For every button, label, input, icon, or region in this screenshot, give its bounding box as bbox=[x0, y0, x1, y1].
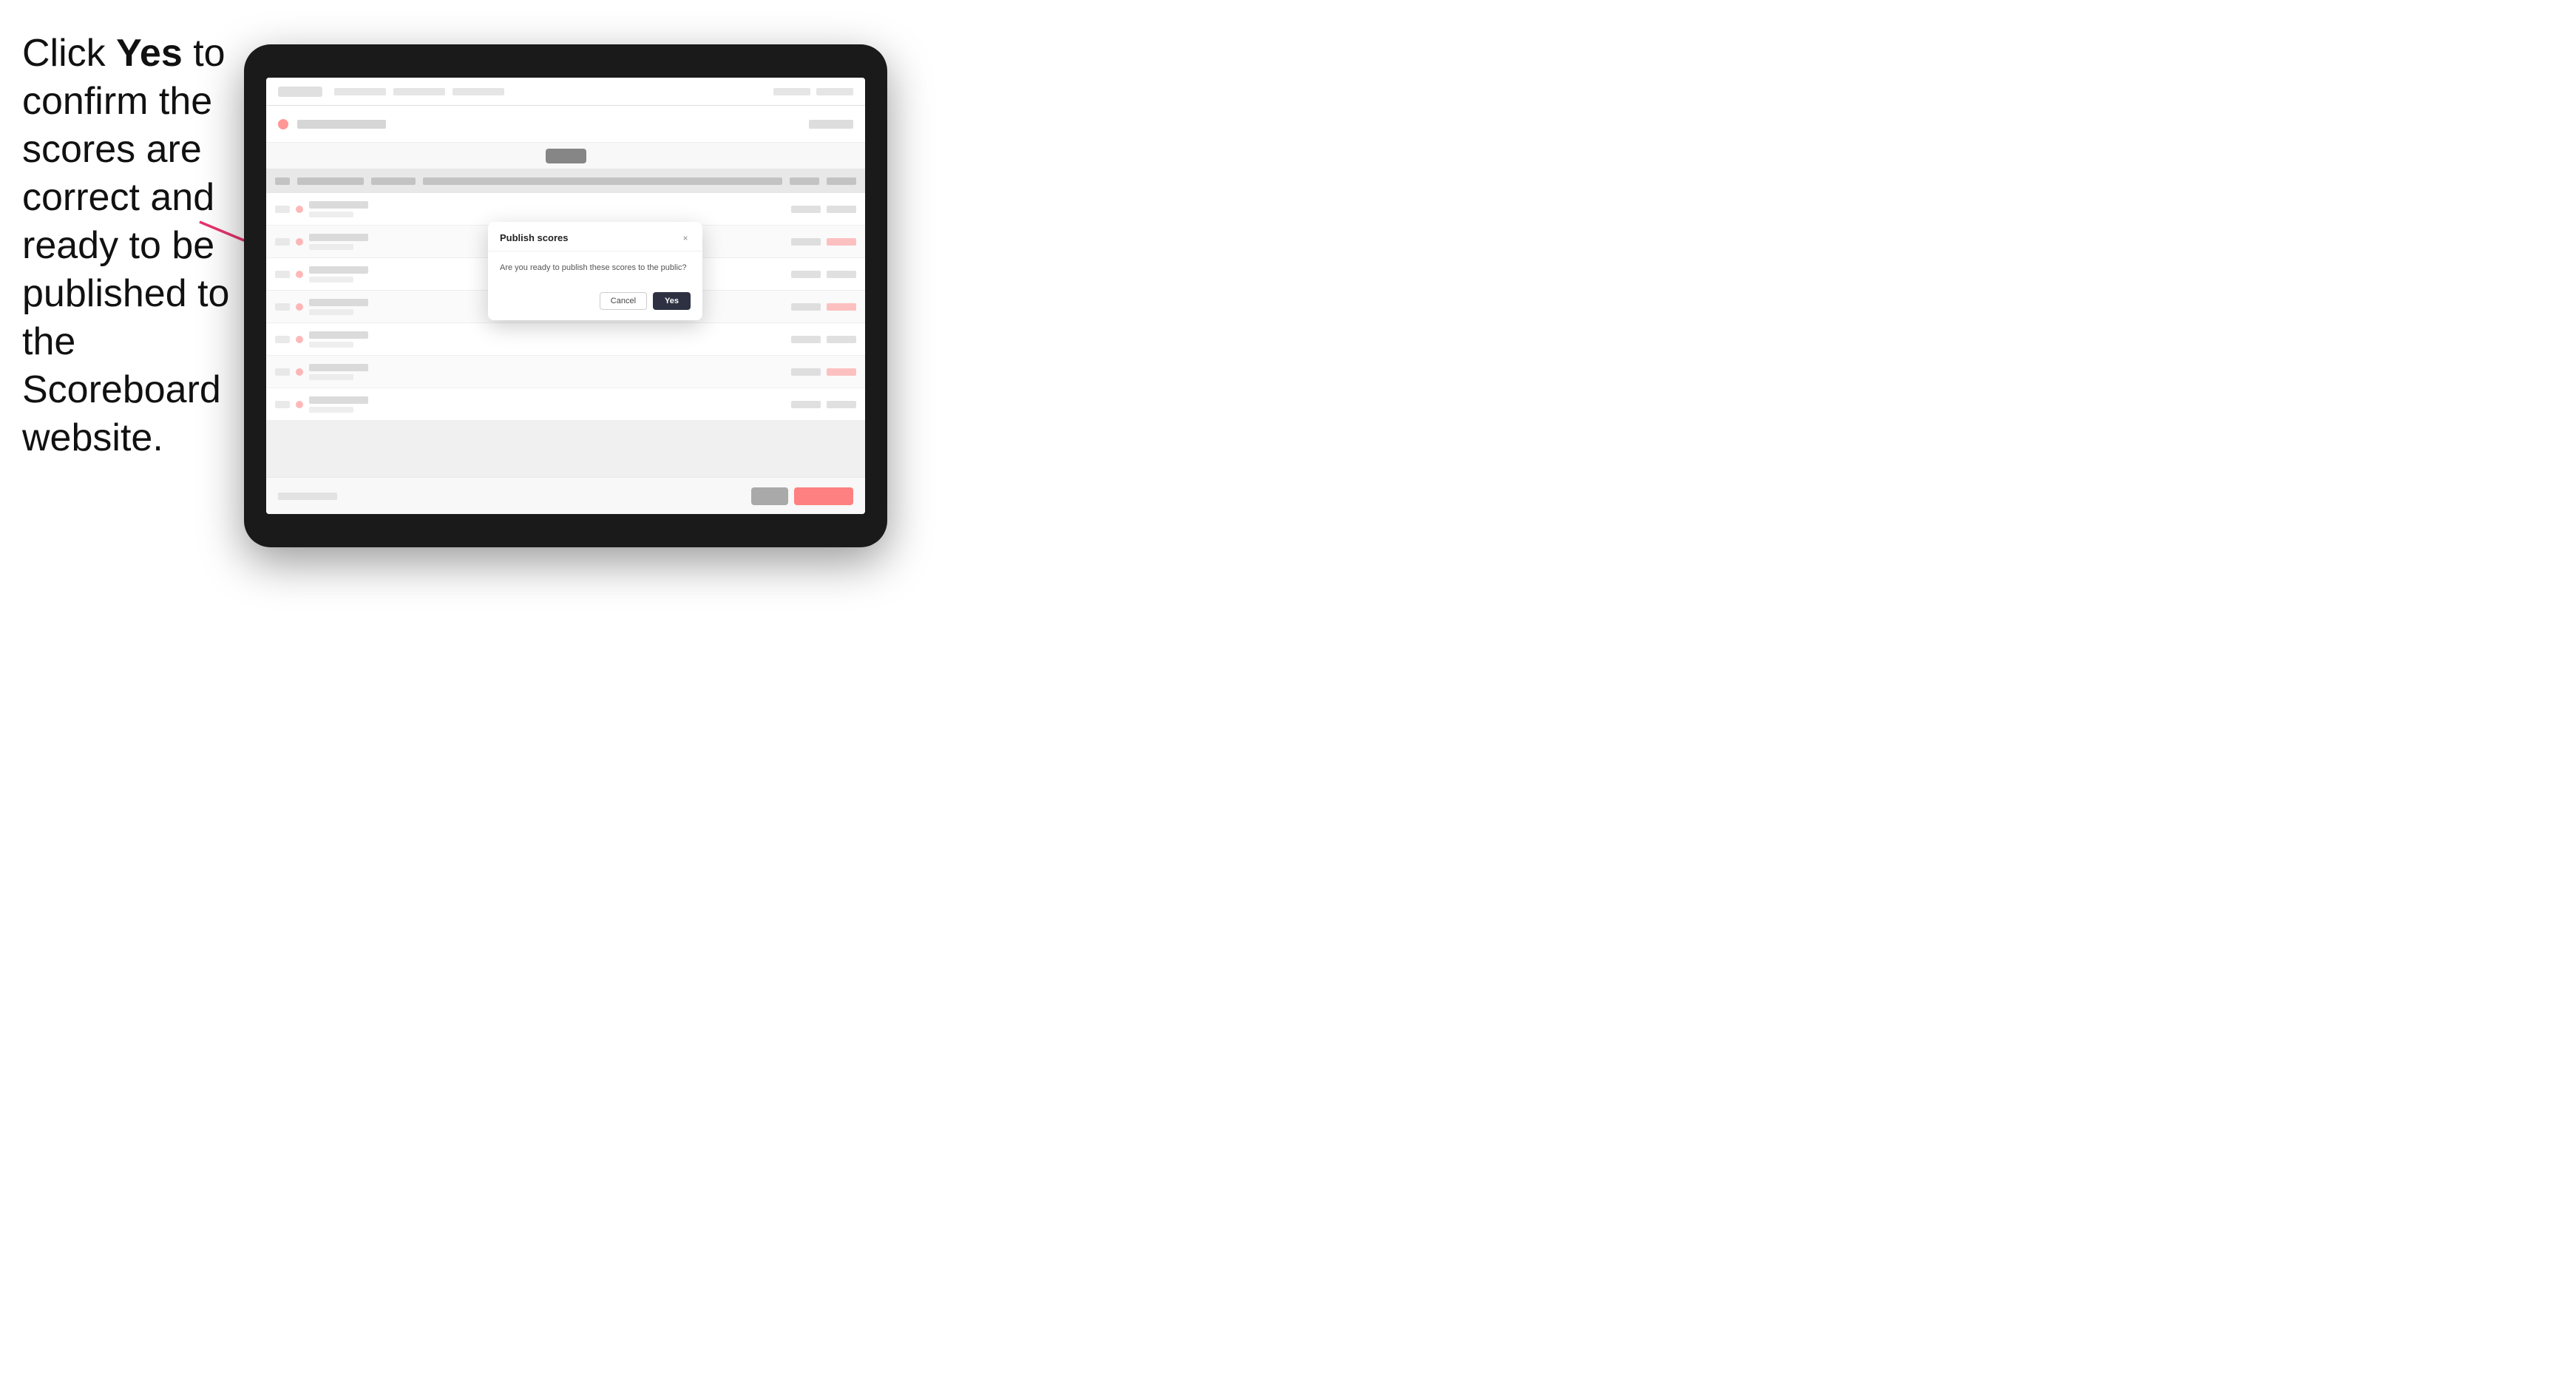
instruction-text: Click Yes to confirm the scores are corr… bbox=[22, 30, 237, 462]
tablet-screen: Publish scores × Are you ready to publis… bbox=[266, 78, 865, 514]
row-score bbox=[791, 368, 821, 376]
modal-header: Publish scores × bbox=[488, 222, 702, 251]
publish-area bbox=[266, 143, 865, 169]
row-name bbox=[309, 396, 368, 404]
row-name bbox=[309, 364, 368, 371]
row-name bbox=[309, 266, 368, 274]
row-icon bbox=[296, 271, 303, 278]
nav-link-1 bbox=[334, 88, 386, 95]
nav-link-3 bbox=[453, 88, 504, 95]
th-num bbox=[275, 178, 290, 185]
row-icon bbox=[296, 336, 303, 343]
row-score-2 bbox=[827, 271, 856, 278]
row-score bbox=[791, 401, 821, 408]
row-score-2 bbox=[827, 206, 856, 213]
nav-bar bbox=[266, 78, 865, 106]
row-score-red bbox=[827, 368, 856, 376]
row-score bbox=[791, 303, 821, 311]
row-icon bbox=[296, 368, 303, 376]
table-row bbox=[266, 388, 865, 421]
nav-links bbox=[334, 88, 504, 95]
footer-publish-btn bbox=[794, 487, 853, 505]
modal-footer: Cancel Yes bbox=[488, 285, 702, 320]
modal-close-button[interactable]: × bbox=[680, 233, 691, 243]
row-name bbox=[309, 331, 368, 339]
publish-scores-modal: Publish scores × Are you ready to publis… bbox=[488, 222, 702, 320]
modal-body: Are you ready to publish these scores to… bbox=[488, 251, 702, 285]
footer-right bbox=[751, 487, 853, 505]
row-num bbox=[275, 271, 290, 278]
row-name-wrap bbox=[309, 331, 368, 348]
row-score bbox=[791, 206, 821, 213]
table-row bbox=[266, 193, 865, 226]
nav-link-2 bbox=[393, 88, 445, 95]
table-row bbox=[266, 356, 865, 388]
header-right bbox=[809, 120, 853, 129]
nav-logo bbox=[278, 87, 322, 97]
row-name-wrap bbox=[309, 266, 368, 283]
row-icon bbox=[296, 238, 303, 246]
row-name-sub bbox=[309, 342, 353, 348]
th-name bbox=[297, 178, 364, 185]
row-name bbox=[309, 299, 368, 306]
page-header bbox=[266, 106, 865, 143]
row-name-sub bbox=[309, 212, 353, 217]
table-row bbox=[266, 323, 865, 356]
row-name-wrap bbox=[309, 299, 368, 315]
nav-btn-1 bbox=[773, 88, 810, 95]
table-footer bbox=[266, 477, 865, 514]
nav-btn-2 bbox=[816, 88, 853, 95]
instruction-bold: Yes bbox=[116, 32, 183, 75]
row-num bbox=[275, 303, 290, 311]
row-score-2 bbox=[827, 336, 856, 343]
cancel-button[interactable]: Cancel bbox=[600, 292, 647, 310]
row-name-wrap bbox=[309, 396, 368, 413]
row-name-wrap bbox=[309, 201, 368, 217]
row-score-red bbox=[827, 303, 856, 311]
th-score bbox=[790, 178, 819, 185]
th-club bbox=[371, 178, 416, 185]
tablet-device: Publish scores × Are you ready to publis… bbox=[244, 44, 887, 547]
modal-message: Are you ready to publish these scores to… bbox=[500, 262, 691, 274]
th-spacer bbox=[423, 178, 782, 185]
row-num bbox=[275, 401, 290, 408]
row-score-red bbox=[827, 238, 856, 246]
row-name-sub bbox=[309, 374, 353, 380]
row-name-sub bbox=[309, 277, 353, 283]
yes-button[interactable]: Yes bbox=[653, 292, 691, 310]
row-name-wrap bbox=[309, 234, 368, 250]
row-icon bbox=[296, 401, 303, 408]
header-title-bar bbox=[297, 120, 386, 129]
row-name-sub bbox=[309, 309, 353, 315]
row-score bbox=[791, 271, 821, 278]
row-icon bbox=[296, 206, 303, 213]
nav-right bbox=[773, 88, 853, 95]
instruction-prefix: Click bbox=[22, 32, 116, 75]
row-num bbox=[275, 206, 290, 213]
row-num bbox=[275, 238, 290, 246]
publish-btn-mock bbox=[546, 149, 586, 163]
footer-text bbox=[278, 493, 337, 500]
row-score-2 bbox=[827, 401, 856, 408]
row-name bbox=[309, 234, 368, 241]
row-score bbox=[791, 238, 821, 246]
row-name-sub bbox=[309, 244, 353, 250]
footer-save-btn bbox=[751, 487, 788, 505]
instruction-suffix: to confirm the scores are correct and re… bbox=[22, 32, 229, 459]
table-header bbox=[266, 169, 865, 193]
row-icon bbox=[296, 303, 303, 311]
row-name-sub bbox=[309, 407, 353, 413]
row-num bbox=[275, 368, 290, 376]
row-name bbox=[309, 201, 368, 209]
th-total bbox=[827, 178, 856, 185]
row-score bbox=[791, 336, 821, 343]
header-icon bbox=[278, 119, 288, 129]
row-name-wrap bbox=[309, 364, 368, 380]
row-num bbox=[275, 336, 290, 343]
modal-title: Publish scores bbox=[500, 232, 568, 243]
